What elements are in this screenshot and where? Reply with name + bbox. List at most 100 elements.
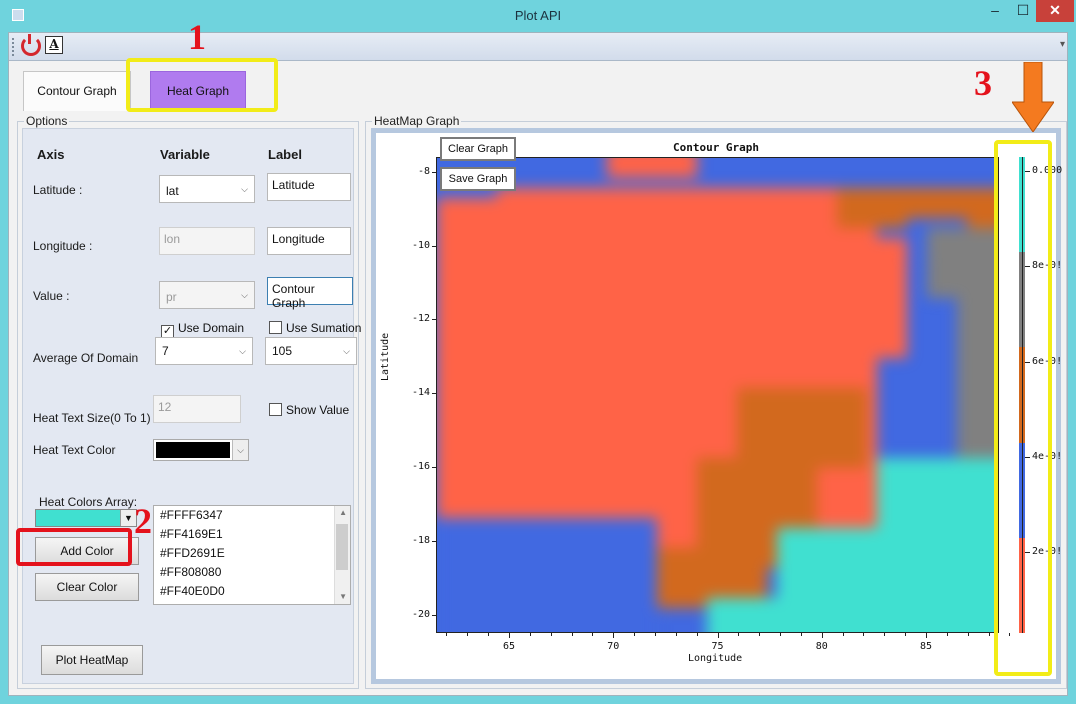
maximize-button[interactable]: ☐: [1010, 0, 1036, 22]
x-tick-label: 80: [815, 641, 828, 652]
x-minor-tick: [988, 633, 990, 636]
x-minor-tick: [863, 633, 865, 636]
heat-region: [957, 298, 998, 468]
x-axis-label: Longitude: [688, 653, 743, 664]
x-minor-tick: [967, 633, 969, 636]
heat-region: [707, 598, 807, 632]
scroll-up-icon[interactable]: ▲: [339, 508, 347, 517]
value-label-input[interactable]: Contour Graph: [267, 277, 353, 310]
x-minor-tick: [800, 633, 802, 636]
scroll-down-icon[interactable]: ▼: [339, 592, 347, 601]
x-tick-label: 65: [502, 641, 515, 652]
font-icon[interactable]: A: [45, 36, 63, 54]
x-minor-tick: [634, 633, 636, 636]
longitude-label-input[interactable]: Longitude: [267, 227, 351, 255]
color-swatch: [156, 442, 230, 458]
chevron-down-icon: ⌵: [343, 346, 350, 356]
heat-text-color-label: Heat Text Color: [33, 443, 116, 457]
show-value-checkbox[interactable]: Show Value: [269, 403, 349, 417]
x-minor-tick: [550, 633, 552, 636]
x-tick-label: 75: [711, 641, 724, 652]
minimize-button[interactable]: –: [982, 0, 1008, 22]
x-minor-tick: [613, 633, 615, 636]
heat-text-color-picker[interactable]: ⌵: [153, 439, 249, 461]
x-minor-tick: [842, 633, 844, 636]
x-minor-tick: [780, 633, 782, 636]
plot-area: Contour Graph Clear Graph Save Graph Lat…: [376, 133, 1062, 679]
value-variable-value: pr: [166, 290, 177, 304]
list-item[interactable]: #FFD2691E: [154, 544, 350, 563]
x-minor-tick: [946, 633, 948, 636]
y-tick-mark: [432, 540, 437, 542]
x-minor-tick: [759, 633, 761, 636]
x-minor-tick: [508, 633, 510, 636]
axis-header: Axis: [37, 147, 65, 162]
y-tick-mark: [432, 614, 437, 616]
save-graph-button[interactable]: Save Graph: [440, 167, 516, 191]
annotation-highlight-3: [994, 140, 1052, 676]
list-item[interactable]: #FF4169E1: [154, 525, 350, 544]
latitude-variable-select[interactable]: lat ⌵: [159, 175, 255, 203]
heat-region: [437, 518, 657, 632]
average-domain-value-1: 7: [162, 344, 169, 358]
heat-color-picker[interactable]: ▼: [35, 509, 137, 527]
x-minor-tick: [717, 633, 719, 636]
list-item[interactable]: #FF808080: [154, 563, 350, 582]
power-icon[interactable]: [21, 34, 41, 56]
x-minor-tick: [821, 633, 823, 636]
close-button[interactable]: ✕: [1036, 0, 1074, 22]
heat-colors-list[interactable]: #FFFF6347 #FF4169E1 #FFD2691E #FF808080 …: [153, 505, 351, 605]
plot-frame: Contour Graph Clear Graph Save Graph Lat…: [371, 128, 1062, 684]
y-tick-label: -12: [411, 313, 430, 325]
list-item[interactable]: #FFFF6347: [154, 506, 350, 525]
x-tick-label: 85: [919, 641, 933, 652]
y-tick-mark: [432, 393, 437, 395]
x-minor-tick: [738, 633, 740, 636]
heat-text-size-input[interactable]: 12: [153, 395, 241, 423]
use-domain-checkbox[interactable]: ✓ Use Domain: [161, 321, 244, 338]
use-domain-label: Use Domain: [178, 321, 245, 335]
annotation-number-2: 2: [134, 501, 152, 541]
y-tick-mark: [432, 466, 437, 468]
x-tick-label: 70: [607, 641, 620, 652]
x-minor-tick: [926, 633, 928, 636]
list-item[interactable]: #FF40E0D0: [154, 582, 350, 601]
plot-heatmap-button[interactable]: Plot HeatMap: [41, 645, 143, 675]
use-sumation-checkbox[interactable]: Use Sumation: [269, 321, 361, 335]
x-minor-tick: [905, 633, 907, 636]
x-minor-tick: [696, 633, 698, 636]
y-tick-label: -8: [417, 165, 430, 177]
title-bar: Plot API – ☐ ✕: [0, 0, 1076, 32]
value-variable-select[interactable]: pr ⌵: [159, 281, 255, 309]
latitude-label-input[interactable]: Latitude: [267, 173, 351, 201]
options-group: Options Axis Variable Label Latitude : l…: [17, 114, 361, 689]
x-minor-tick: [446, 633, 448, 636]
clear-graph-button[interactable]: Clear Graph: [440, 137, 516, 161]
latitude-variable-value: lat: [166, 184, 179, 198]
chevron-down-icon: ⌵: [232, 440, 248, 460]
y-axis-label: Latitude: [380, 332, 391, 381]
x-minor-tick: [529, 633, 531, 636]
chevron-down-icon: ⌵: [241, 290, 248, 300]
annotation-highlight-2: [16, 528, 132, 566]
use-sumation-label: Use Sumation: [286, 321, 362, 335]
average-domain-select-2[interactable]: 105 ⌵: [265, 337, 357, 365]
clear-color-button[interactable]: Clear Color: [35, 573, 139, 601]
tab-contour-graph[interactable]: Contour Graph: [23, 71, 131, 111]
y-tick-mark: [432, 245, 437, 247]
toolbar-overflow-icon[interactable]: ▾: [1060, 39, 1065, 50]
x-minor-tick: [571, 633, 573, 636]
average-domain-select-1[interactable]: 7 ⌵: [155, 337, 253, 365]
y-tick-label: -14: [411, 387, 430, 399]
x-minor-tick: [467, 633, 469, 636]
toolbar-grip[interactable]: [12, 38, 15, 56]
checkbox-empty-icon: [269, 321, 282, 334]
heatmap-group: HeatMap Graph Contour Graph Clear Graph …: [365, 114, 1067, 689]
annotation-highlight-1: [126, 58, 278, 112]
longitude-variable-input[interactable]: lon: [159, 227, 255, 255]
x-minor-tick: [654, 633, 656, 636]
list-scrollbar-thumb[interactable]: [336, 524, 348, 570]
y-tick-mark: [432, 319, 437, 321]
y-tick-label: -18: [411, 534, 430, 546]
annotation-number-1: 1: [188, 17, 206, 57]
